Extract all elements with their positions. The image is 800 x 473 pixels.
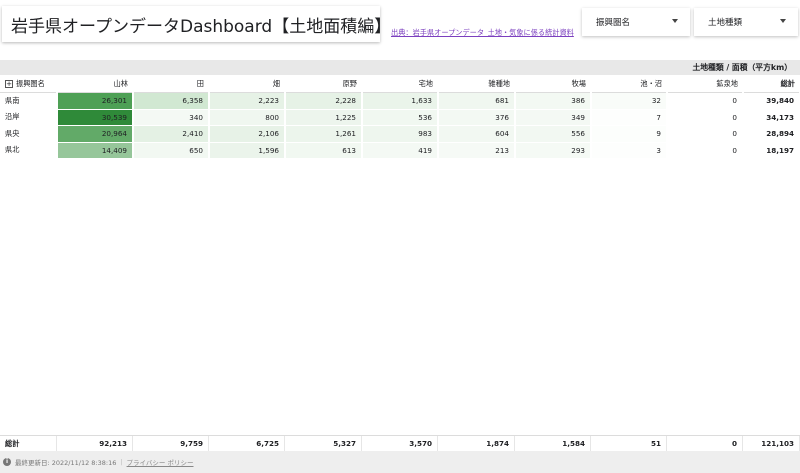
totals-cell: 0	[667, 435, 743, 452]
table-cell: 30,539	[57, 109, 134, 126]
table-cell: 1,633	[362, 92, 439, 110]
table-row[interactable]: 県南 26,301 6,358 2,223 2,228 1,633 681 386 32 0 39,…	[0, 92, 800, 110]
table-cell: 1,596	[209, 142, 286, 159]
table-cell: 9	[591, 125, 668, 143]
page-title: 岩手県オープンデータDashboard【土地面積編】	[11, 16, 392, 37]
filter-region-dropdown[interactable]: 振興圏名	[582, 8, 690, 36]
table-cell: 2,410	[133, 125, 210, 143]
table-cell: 0	[667, 92, 744, 110]
table-cell: 419	[362, 142, 439, 159]
table-cell: 32	[591, 92, 668, 110]
totals-cell: 51	[591, 435, 667, 452]
bottom-bar: i 最終更新日: 2022/11/12 8:38:16 | プライバシー ポリシ…	[0, 451, 800, 473]
info-icon[interactable]: i	[3, 458, 11, 466]
row-label: 沿岸	[0, 109, 58, 126]
column-header[interactable]: 牧場	[515, 76, 591, 93]
title-card: 岩手県オープンデータDashboard【土地面積編】	[2, 6, 391, 42]
column-header[interactable]: 池・沼	[591, 76, 667, 93]
table-cell: 0	[667, 142, 744, 159]
totals-cell: 6,725	[209, 435, 285, 452]
totals-cell: 121,103	[743, 435, 800, 452]
table-cell: 340	[133, 109, 210, 126]
pivot-column-header: 土地種類 / 面積（平方km）	[692, 63, 792, 72]
table-cell: 6,358	[133, 92, 210, 110]
table-cell: 1,225	[285, 109, 363, 126]
caret-down-icon	[672, 19, 678, 23]
table-cell: 3	[591, 142, 668, 159]
total-column-header[interactable]: 総計	[743, 76, 800, 93]
table-cell: 2,228	[285, 92, 363, 110]
totals-cell: 92,213	[57, 435, 133, 452]
table-row[interactable]: 沿岸 30,539 340 800 1,225 536 376 349 7 0 34,173	[0, 109, 800, 126]
dashboard-header: 岩手県オープンデータDashboard【土地面積編】 出典：岩手県オープンデータ…	[0, 0, 800, 60]
pivot-table: + 振興圏名 山林 田 畑 原野 宅地 雑種地 牧場 池・沼 鉱泉地 総計 県南 2…	[0, 76, 800, 159]
table-cell: 0	[667, 109, 744, 126]
source-link[interactable]: 出典：岩手県オープンデータ_土地・気象に係る統計資料	[391, 28, 574, 38]
table-cell: 2,223	[209, 92, 286, 110]
column-header[interactable]: 原野	[285, 76, 362, 93]
table-row[interactable]: 県北 14,409 650 1,596 613 419 213 293 3 0 18,197	[0, 142, 800, 159]
separator: |	[120, 458, 123, 466]
table-cell: 983	[362, 125, 439, 143]
table-cell: 556	[515, 125, 592, 143]
table-cell: 213	[438, 142, 516, 159]
column-header[interactable]: 宅地	[362, 76, 438, 93]
row-header-cell[interactable]: + 振興圏名	[0, 76, 57, 93]
row-total-cell: 28,894	[743, 125, 800, 143]
table-cell: 386	[515, 92, 592, 110]
table-cell: 613	[285, 142, 363, 159]
last-updated: 最終更新日: 2022/11/12 8:38:16	[15, 459, 117, 467]
table-cell: 349	[515, 109, 592, 126]
totals-cell: 1,874	[438, 435, 515, 452]
totals-cell: 5,327	[285, 435, 362, 452]
column-header[interactable]: 田	[133, 76, 209, 93]
column-header[interactable]: 鉱泉地	[667, 76, 743, 93]
table-cell: 1,261	[285, 125, 363, 143]
table-cell: 2,106	[209, 125, 286, 143]
privacy-policy-link[interactable]: プライバシー ポリシー	[127, 457, 194, 467]
plus-square-icon[interactable]: +	[5, 80, 13, 88]
filter-land-type-dropdown[interactable]: 土地種類	[694, 8, 798, 36]
row-label: 県央	[0, 125, 58, 143]
row-total-cell: 34,173	[743, 109, 800, 126]
table-cell: 14,409	[57, 142, 134, 159]
table-row[interactable]: 県央 20,964 2,410 2,106 1,261 983 604 556 9 0 28,894	[0, 125, 800, 143]
column-header[interactable]: 畑	[209, 76, 285, 93]
table-cell: 376	[438, 109, 516, 126]
pivot-header-band	[0, 60, 800, 75]
row-label: 県北	[0, 142, 58, 159]
totals-label: 総計	[0, 435, 57, 452]
table-cell: 800	[209, 109, 286, 126]
column-header[interactable]: 山林	[57, 76, 133, 93]
table-cell: 536	[362, 109, 439, 126]
table-cell: 0	[667, 125, 744, 143]
totals-cell: 3,570	[362, 435, 438, 452]
totals-cell: 1,584	[515, 435, 591, 452]
row-total-cell: 18,197	[743, 142, 800, 159]
filter-region-label: 振興圏名	[596, 18, 631, 28]
table-cell: 604	[438, 125, 516, 143]
column-header[interactable]: 雑種地	[438, 76, 515, 93]
table-cell: 293	[515, 142, 592, 159]
totals-row: 総計 92,213 9,759 6,725 5,327 3,570 1,874 1,584 51…	[0, 435, 800, 452]
table-header-row: + 振興圏名 山林 田 畑 原野 宅地 雑種地 牧場 池・沼 鉱泉地 総計	[0, 76, 800, 93]
table-cell: 7	[591, 109, 668, 126]
filter-land-type-label: 土地種類	[708, 18, 743, 28]
table-cell: 681	[438, 92, 516, 110]
table-cell: 20,964	[57, 125, 134, 143]
totals-cell: 9,759	[133, 435, 209, 452]
table-cell: 26,301	[57, 92, 134, 110]
caret-down-icon	[780, 19, 786, 23]
row-label: 県南	[0, 92, 58, 110]
row-total-cell: 39,840	[743, 92, 800, 110]
table-cell: 650	[133, 142, 210, 159]
